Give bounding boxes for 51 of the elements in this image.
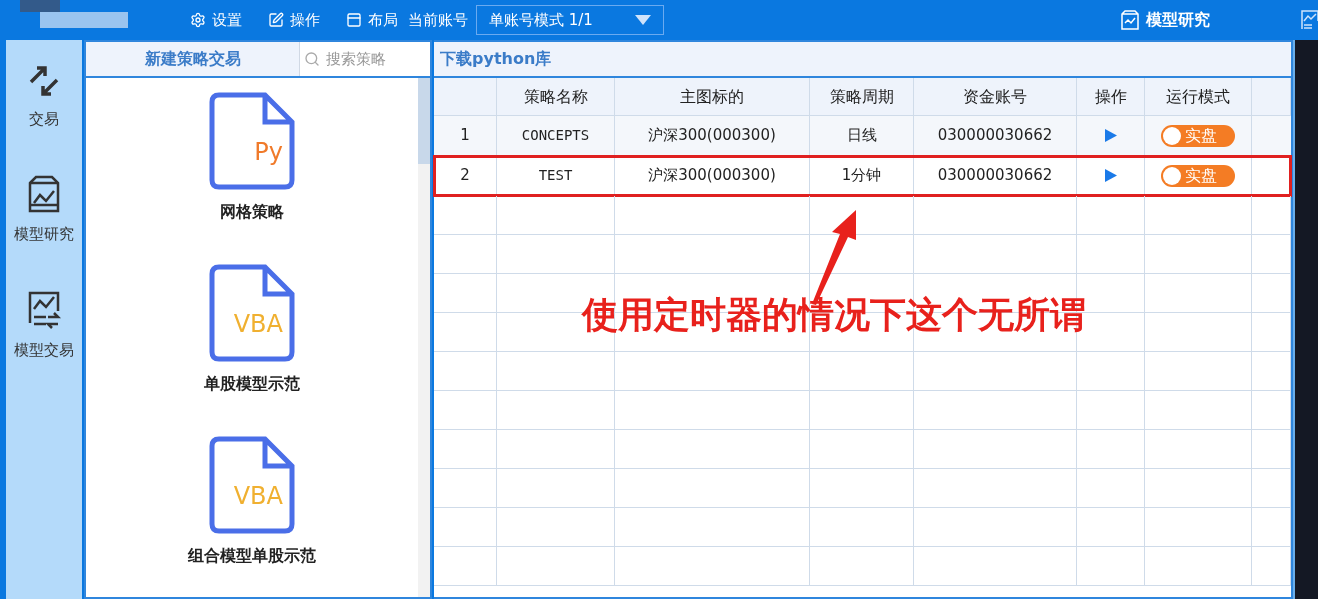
- edit-icon: [268, 12, 284, 28]
- file-type-label: VBA: [233, 312, 283, 336]
- scrollbar-thumb[interactable]: [418, 78, 430, 164]
- sidebar-item[interactable]: 模型研究: [14, 174, 74, 245]
- sidebar-item[interactable]: 模型交易: [14, 289, 74, 362]
- toggle-knob: [1163, 166, 1181, 185]
- search-icon: [304, 51, 320, 67]
- arrows-icon: [27, 64, 61, 98]
- research-tab[interactable]: 模型研究: [1120, 8, 1210, 32]
- table-cell: 1分钟: [810, 156, 914, 195]
- caret-icon: [635, 15, 651, 25]
- download-link[interactable]: 下载python库: [440, 47, 552, 71]
- template-label[interactable]: 单股模型示范: [204, 372, 300, 396]
- play-icon[interactable]: [1104, 129, 1117, 142]
- toolbar-button[interactable]: 设置: [190, 8, 242, 32]
- file-icon: [209, 436, 295, 534]
- mode-toggle[interactable]: 实盘: [1161, 164, 1235, 187]
- table-cell: TEST: [497, 156, 615, 195]
- settings-icon: [190, 12, 206, 28]
- file-type-label: Py: [254, 140, 283, 164]
- layout-icon: [346, 12, 362, 28]
- chart-box-icon: [1120, 10, 1140, 30]
- account-select[interactable]: 单账号模式 1/1: [476, 5, 664, 35]
- table-cell: 030000030662: [914, 156, 1077, 195]
- template-label[interactable]: 组合模型单股示范: [188, 544, 316, 568]
- chart-list-icon: [1300, 9, 1318, 31]
- new-strategy-button[interactable]: 新建策略交易: [86, 42, 299, 76]
- table-cell: 2: [434, 156, 497, 195]
- play-icon[interactable]: [1104, 169, 1117, 182]
- column-header: 策略名称: [497, 78, 615, 115]
- template-label[interactable]: 网格策略: [220, 200, 284, 224]
- column-header: 操作: [1077, 78, 1145, 115]
- toolbar-button[interactable]: 布局: [346, 8, 398, 32]
- toggle-knob: [1163, 126, 1181, 145]
- column-header: 策略周期: [810, 78, 914, 115]
- chart-box-icon: [26, 174, 62, 213]
- column-header: 主图标的: [615, 78, 810, 115]
- file-icon: [209, 92, 295, 190]
- search-field[interactable]: 搜索策略: [299, 42, 430, 76]
- mode-toggle[interactable]: 实盘: [1161, 124, 1235, 147]
- file-type-label: VBA: [233, 484, 283, 508]
- file-icon: [209, 264, 295, 362]
- chart-list-icon: [26, 289, 62, 329]
- toolbar-button[interactable]: 操作: [268, 8, 320, 32]
- sidebar-item[interactable]: 交易: [27, 64, 61, 131]
- annotation-text: 使用定时器的情况下这个无所谓: [582, 293, 1086, 337]
- column-header: 资金账号: [914, 78, 1077, 115]
- table-cell: 沪深300(000300): [615, 156, 810, 195]
- search-input[interactable]: 搜索策略: [326, 47, 426, 71]
- account-label: 当前账号: [408, 9, 468, 31]
- column-header: 运行模式: [1145, 78, 1252, 115]
